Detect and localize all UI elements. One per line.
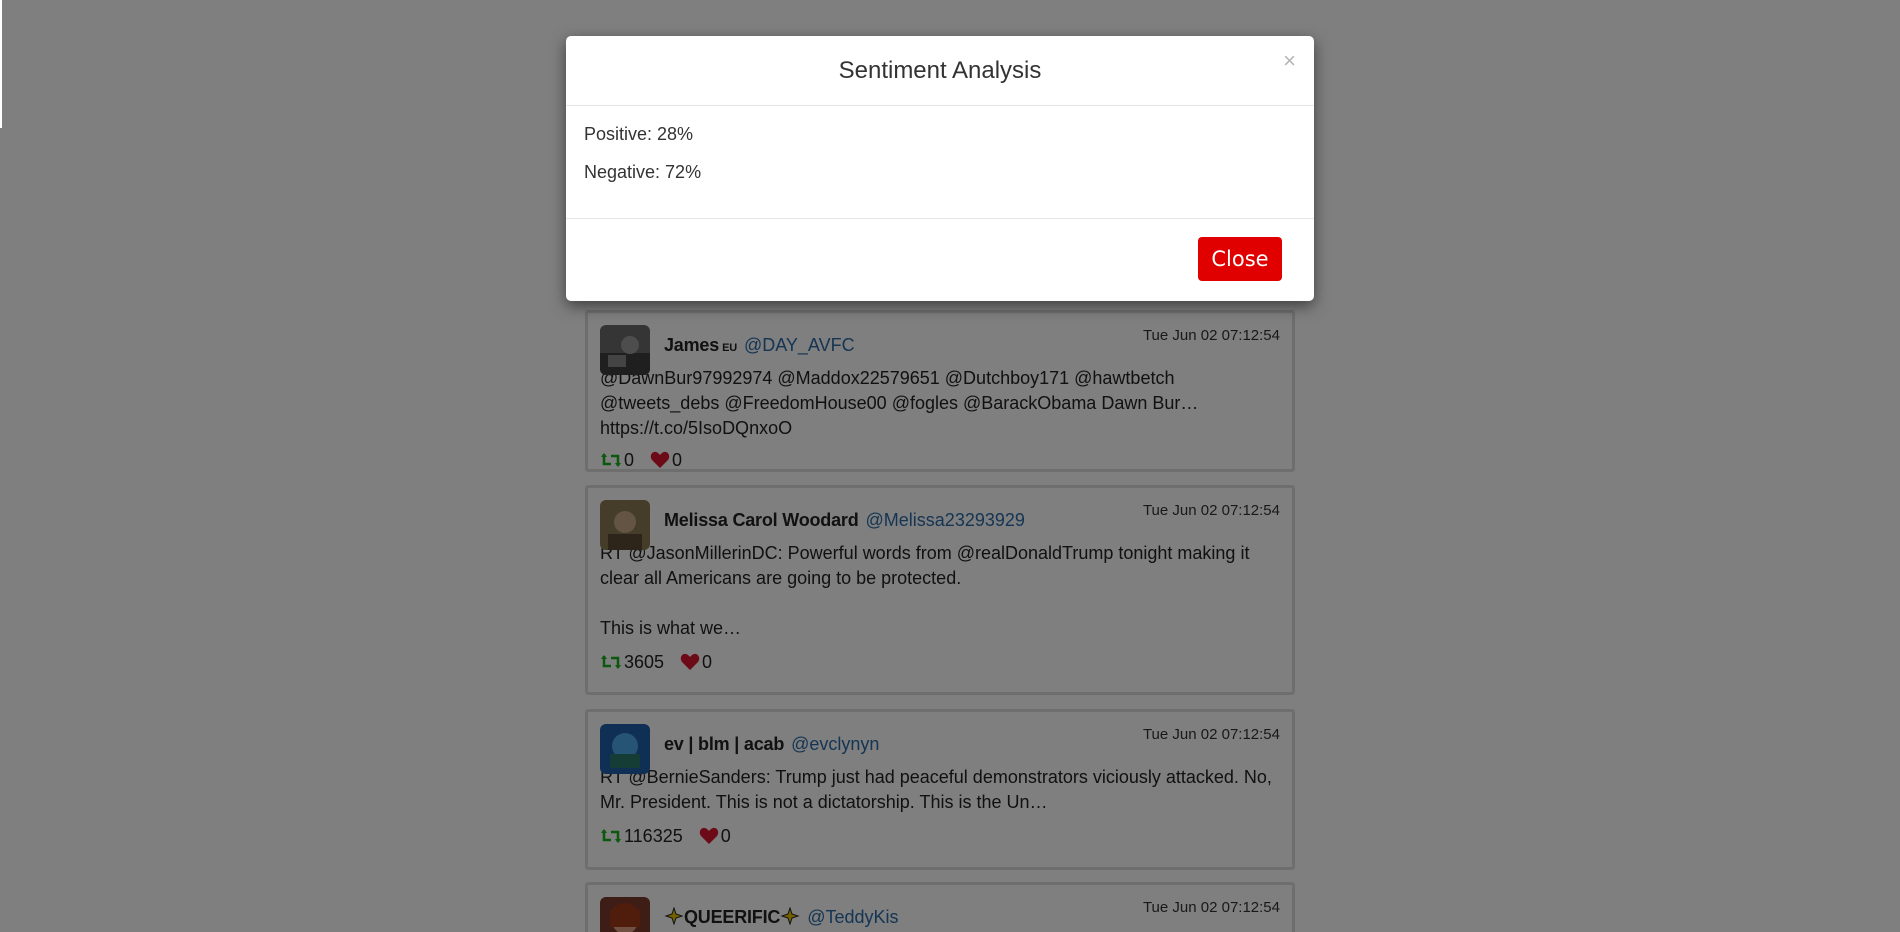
close-button[interactable]: Close bbox=[1198, 237, 1282, 281]
modal-footer: Close bbox=[566, 219, 1314, 300]
sentiment-modal: Sentiment Analysis × Positive: 28% Negat… bbox=[566, 36, 1314, 301]
modal-body: Positive: 28% Negative: 72% bbox=[566, 106, 1314, 219]
modal-header: Sentiment Analysis × bbox=[566, 36, 1314, 106]
left-edge-strip bbox=[0, 0, 2, 128]
negative-percentage: Negative: 72% bbox=[584, 162, 702, 182]
modal-title: Sentiment Analysis bbox=[838, 56, 1042, 84]
close-icon[interactable]: × bbox=[1283, 50, 1296, 72]
positive-percentage: Positive: 28% bbox=[584, 124, 694, 144]
